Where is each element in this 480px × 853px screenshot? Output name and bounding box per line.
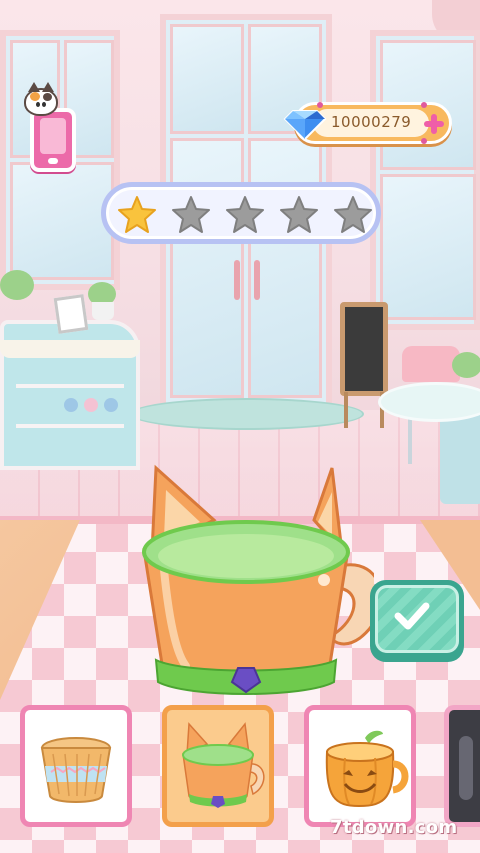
bowl-option-pumpkin[interactable] [304,705,416,827]
fox-bowl-preview [142,464,374,695]
rivet [421,102,427,108]
wafer-cup-icon [40,737,112,803]
plant-pot [92,302,114,320]
diamond-counter: 10000279 [283,102,452,144]
rivet [317,102,323,108]
bowl-option-fox[interactable] [162,705,274,827]
plant-right [452,352,480,378]
confirm-button[interactable] [370,580,464,662]
empty-star-icon [172,196,210,233]
filled-star-icon [118,196,156,233]
fox-bowl-icon [182,722,265,808]
diamond-amount: 10000279 [331,113,412,131]
bowl-option-more[interactable] [444,705,480,827]
floor-rug [130,398,364,430]
plant-left [0,270,34,300]
empty-star-icon [334,196,372,233]
empty-star-icon [280,196,318,233]
board-leg [344,392,348,428]
picture-frame [53,294,89,334]
right-window [370,30,480,330]
rivet [421,138,427,144]
phone-menu-button[interactable] [22,82,82,180]
pumpkin-cup-icon [325,730,409,808]
star-rating-bar [101,182,381,244]
site-watermark: 7tdown.com [330,817,458,838]
counter-drip-trim [0,340,140,358]
locked-item-placeholder [459,736,473,800]
empty-star-icon [226,196,264,233]
bowl-option-wafer[interactable] [20,705,132,827]
checkmark-icon [394,602,430,630]
add-diamonds-button[interactable] [423,113,445,135]
calico-cat-icon [24,82,58,116]
menu-chalkboard [340,302,388,396]
star-list [116,195,374,235]
phone-icon [30,108,76,172]
